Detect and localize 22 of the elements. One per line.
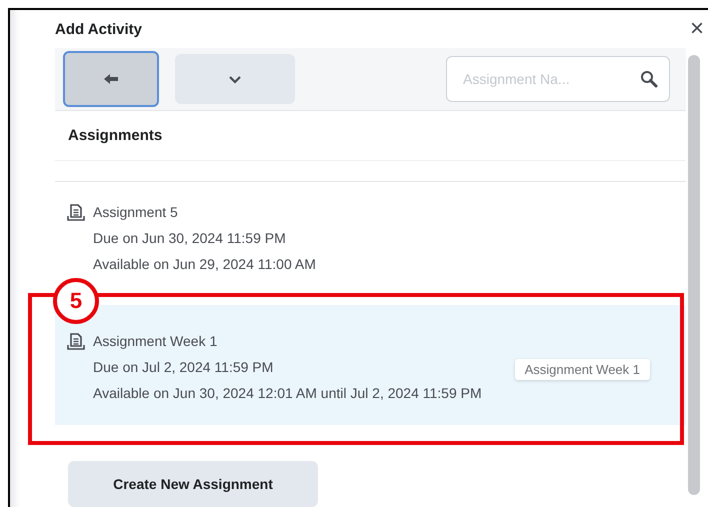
dropdown-button[interactable] xyxy=(175,54,295,104)
dialog-title: Add Activity xyxy=(55,20,142,38)
search-icon xyxy=(640,70,658,88)
due-date: Due on Jun 30, 2024 11:59 PM xyxy=(93,230,287,246)
arrow-left-icon xyxy=(104,74,118,84)
availability-dates: Available on Jun 29, 2024 11:00 AM xyxy=(93,256,316,272)
tooltip: Assignment Week 1 xyxy=(514,359,650,380)
close-button[interactable]: × xyxy=(690,17,704,41)
availability-dates: Available on Jun 30, 2024 12:01 AM until Jul 2, 2024 11:59 PM xyxy=(93,385,482,401)
back-button[interactable] xyxy=(63,51,159,107)
assignment-item[interactable]: Assignment 5 Due on Jun 30, 2024 11:59 PM Available on Jun 29, 2024 11:00 AM xyxy=(55,196,686,276)
search-field[interactable]: Assignment Na... xyxy=(446,56,670,102)
document-icon xyxy=(67,333,85,351)
assignment-title: Assignment Week 1 xyxy=(93,333,218,349)
create-assignment-button[interactable]: Create New Assignment xyxy=(68,461,318,507)
chevron-down-icon xyxy=(228,74,242,84)
due-date: Due on Jul 2, 2024 11:59 PM xyxy=(93,359,274,375)
document-icon xyxy=(67,204,85,222)
assignment-title: Assignment 5 xyxy=(93,204,179,220)
scrollbar[interactable] xyxy=(688,55,700,495)
step-number: 5 xyxy=(53,278,99,324)
section-heading: Assignments xyxy=(55,111,686,161)
